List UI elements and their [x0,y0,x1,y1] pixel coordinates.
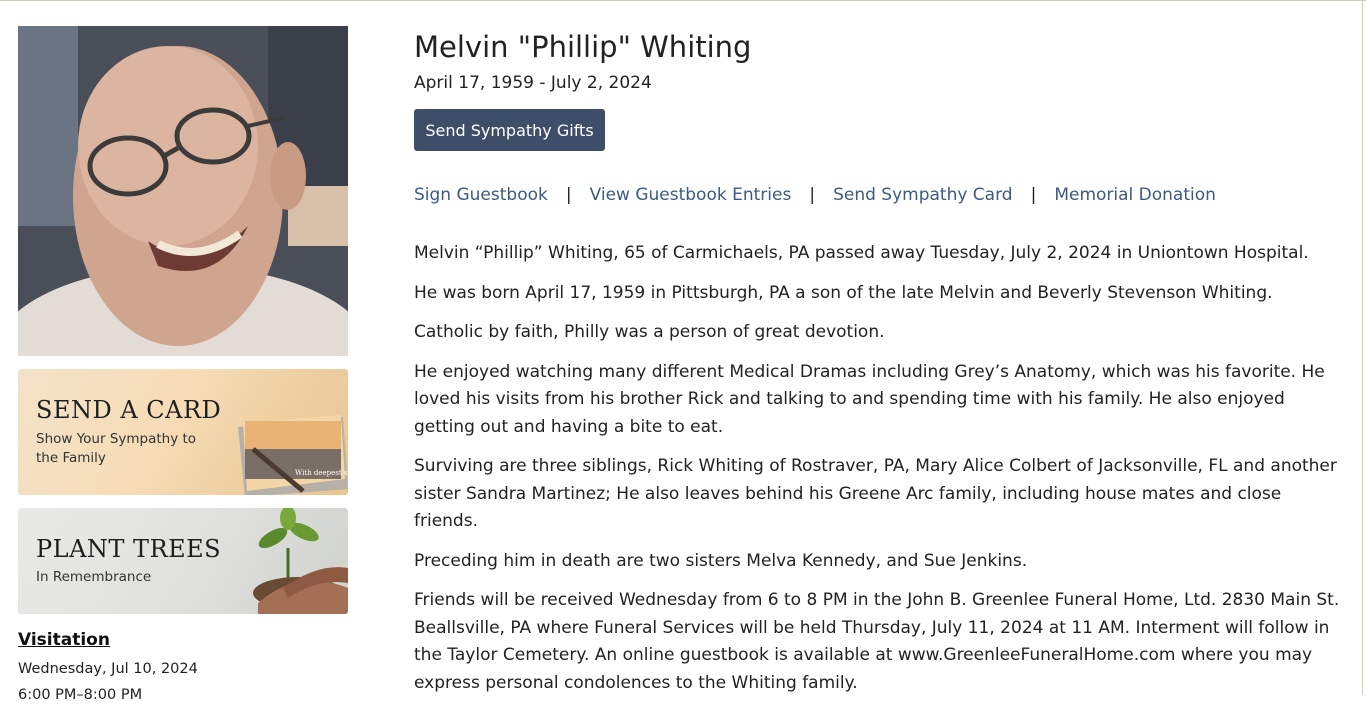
obituary-paragraph: He was born April 17, 1959 in Pittsburgh… [414,282,1273,303]
plant-trees-subtitle: In Remembrance [36,569,152,585]
obituary-paragraph: Friends will be received Wednesday from … [414,590,1340,693]
visitation-date: Wednesday, Jul 10, 2024 [18,661,198,677]
obituary-text: Melvin “Phillip” Whiting, 65 of Carmicha… [414,240,1344,709]
card-text: With deepest sympathy [295,469,348,477]
obituary-paragraph: Catholic by faith, Philly was a person o… [414,322,885,342]
memorial-donation-link[interactable]: Memorial Donation [1054,185,1216,205]
send-sympathy-gifts-button[interactable]: Send Sympathy Gifts [414,109,605,151]
plant-trees-promo[interactable]: PLANT TREES In Remembrance [18,508,348,614]
send-card-title: SEND A CARD [36,396,222,424]
life-dates: April 17, 1959 - July 2, 2024 [414,73,652,93]
link-separator: | [565,185,572,205]
visitation-time: 6:00 PM–8:00 PM [18,687,143,703]
sign-guestbook-link[interactable]: Sign Guestbook [414,185,548,205]
obituary-paragraph: Surviving are three siblings, Rick Whiti… [414,456,1337,531]
seedling-hands-image [253,508,348,614]
obituary-paragraph: Melvin “Phillip” Whiting, 65 of Carmicha… [414,243,1309,263]
link-separator: | [1030,185,1037,205]
frame-top-border [0,0,1366,1]
send-card-promo[interactable]: SEND A CARD Show Your Sympathy to the Fa… [18,369,348,495]
sympathy-card-image: With deepest sympathy [238,415,348,495]
guestbook-links: Sign Guestbook | View Guestbook Entries | Se… [414,185,1216,205]
deceased-name: Melvin "Phillip" Whiting [414,30,752,64]
send-sympathy-card-link[interactable]: Send Sympathy Card [833,185,1013,205]
visitation-heading[interactable]: Visitation [18,630,110,650]
obituary-paragraph: He enjoyed watching many different Medic… [414,361,1325,437]
obituary-paragraph: Preceding him in death are two sisters M… [414,550,1028,571]
plant-trees-title: PLANT TREES [36,535,222,563]
link-separator: | [809,185,816,205]
portrait-photo [18,26,348,356]
frame-right-border [1362,0,1363,695]
send-card-subtitle: Show Your Sympathy to the Family [36,431,197,466]
view-guestbook-entries-link[interactable]: View Guestbook Entries [590,185,792,205]
